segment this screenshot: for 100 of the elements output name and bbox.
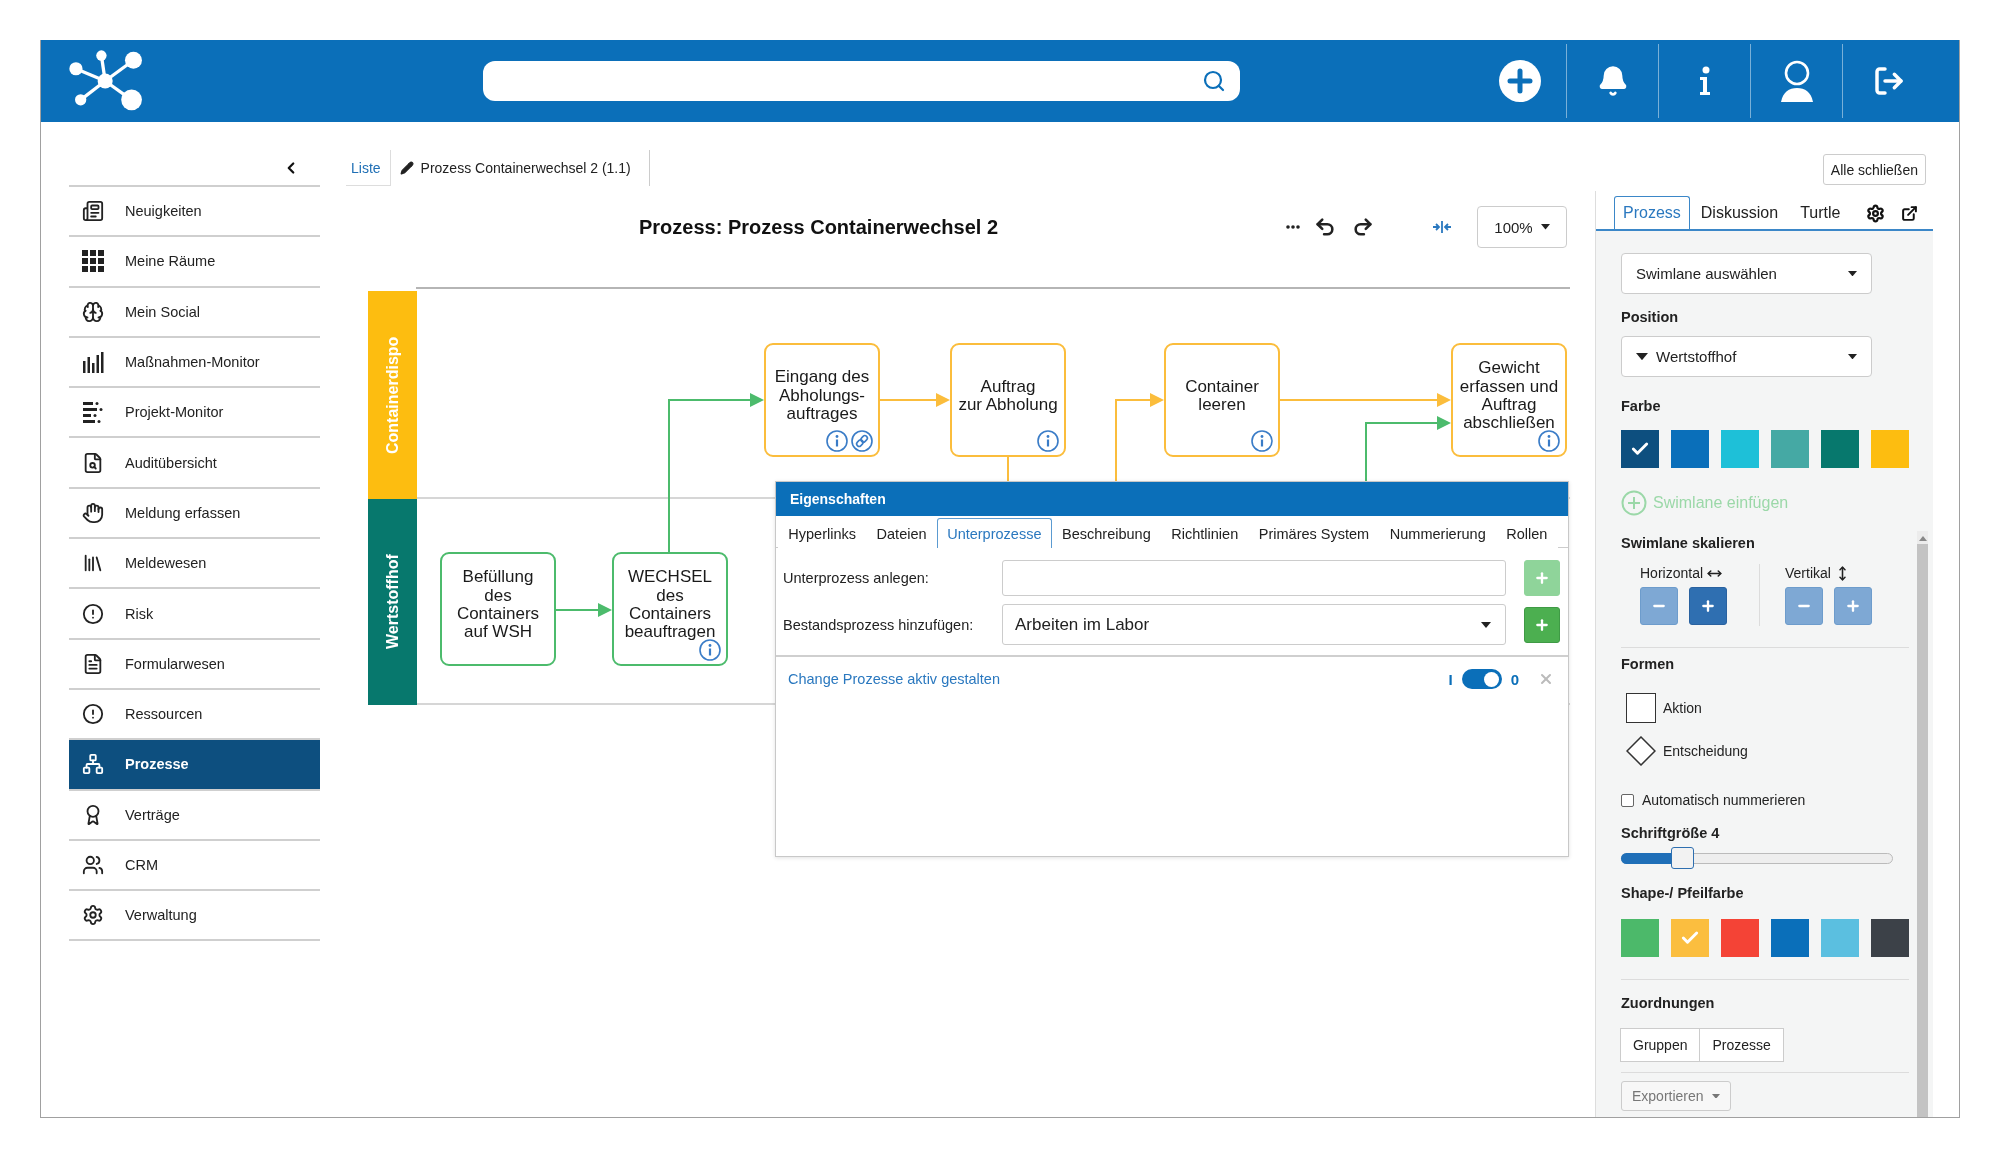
external-link-icon[interactable]: [1901, 204, 1919, 222]
sidebar-item[interactable]: Projekt-Monitor: [69, 388, 320, 439]
slider-track[interactable]: [1621, 847, 1893, 869]
step-label: Befüllung des Containers auf WSH: [456, 568, 540, 642]
panel-tab[interactable]: Prozess: [1614, 196, 1690, 229]
caret-up-icon[interactable]: [1918, 535, 1927, 541]
sidebar-item[interactable]: Meldung erfassen: [69, 488, 320, 540]
zoom-select[interactable]: 100%: [1477, 206, 1567, 248]
logout-icon[interactable]: [1872, 65, 1905, 97]
sidebar-item[interactable]: Meldewesen: [69, 539, 320, 590]
sidebar-item[interactable]: Formularwesen: [69, 639, 320, 690]
users-icon: [82, 854, 104, 876]
file-search-icon: [82, 451, 104, 474]
hierarchy-icon: [82, 753, 104, 776]
undo-icon[interactable]: [1314, 216, 1336, 238]
section-label: Shape-/ Pfeilfarbe: [1621, 884, 1745, 902]
process-step[interactable]: Befüllung des Containers auf WSH: [440, 552, 556, 666]
color-swatch[interactable]: [1821, 430, 1859, 468]
swimlane-select[interactable]: Swimlane auswählen: [1621, 253, 1872, 294]
export-button[interactable]: Exportieren: [1621, 1081, 1731, 1111]
process-step[interactable]: Auftrag zur Abholung: [950, 343, 1066, 457]
color-swatch[interactable]: [1771, 919, 1809, 957]
swimlane-label[interactable]: Wertstoffhof: [368, 499, 417, 705]
arrows-inward-icon[interactable]: [1432, 219, 1452, 235]
bar-chart-icon: [82, 351, 104, 374]
newspaper-icon: [82, 200, 104, 223]
process-step[interactable]: Container leeren: [1164, 343, 1280, 457]
add-button[interactable]: [1524, 606, 1560, 643]
section-label: Swimlane skalieren: [1621, 534, 1756, 552]
square-shape[interactable]: [1626, 693, 1656, 723]
info-icon[interactable]: [699, 639, 721, 661]
pencil-icon: [399, 161, 414, 175]
color-swatch[interactable]: [1671, 430, 1709, 468]
sidebar-item[interactable]: Maßnahmen-Monitor: [69, 337, 320, 389]
color-swatch[interactable]: [1671, 919, 1709, 957]
info-icon[interactable]: [1697, 66, 1712, 96]
sidebar-item[interactable]: CRM: [69, 840, 320, 892]
assignment-button[interactable]: Prozesse: [1699, 1028, 1784, 1062]
slider-thumb[interactable]: [1670, 847, 1694, 869]
document-icon: [82, 652, 104, 675]
color-swatch[interactable]: [1721, 919, 1759, 957]
info-icon[interactable]: [1251, 430, 1273, 452]
process-step[interactable]: Eingang des Abholungs- auftrages: [764, 343, 880, 457]
section-label: Zuordnungen: [1621, 994, 1716, 1012]
caret-icon: [1481, 621, 1491, 628]
input-field[interactable]: [1002, 560, 1506, 596]
section-label: Farbe: [1621, 397, 1662, 415]
checkbox[interactable]: [1621, 793, 1634, 807]
assignment-button[interactable]: Gruppen: [1620, 1028, 1701, 1062]
subprocess-link[interactable]: Change Prozesse aktiv gestalten: [788, 671, 1000, 687]
diamond-shape[interactable]: [1626, 736, 1656, 766]
search-field[interactable]: [483, 61, 1240, 101]
section-label: Formen: [1621, 655, 1676, 673]
redo-icon[interactable]: [1352, 216, 1374, 238]
toggle-switch[interactable]: [1461, 669, 1502, 689]
properties-tab[interactable]: Unterprozesse: [936, 518, 1052, 548]
close-all-button[interactable]: Alle schließen: [1822, 154, 1926, 185]
sidebar-item[interactable]: Risk: [69, 589, 320, 640]
info-icon[interactable]: [826, 430, 848, 452]
color-swatch[interactable]: [1771, 430, 1809, 468]
document-tab[interactable]: Prozess Containerwechsel 2 (1.1): [389, 150, 650, 186]
settings-icon[interactable]: [1866, 203, 1886, 223]
caret-icon: [1711, 1093, 1720, 1099]
sidebar-item[interactable]: Neuigkeiten: [69, 187, 320, 238]
process-select[interactable]: Arbeiten im Labor: [1002, 604, 1506, 645]
sidebar-item[interactable]: Mein Social: [69, 287, 320, 338]
caret-icon: [1848, 353, 1857, 360]
sidebar-item[interactable]: Prozesse: [69, 740, 320, 791]
field-label: Bestandsprozess hinzufügen:: [783, 616, 975, 633]
scale-button[interactable]: [1689, 587, 1727, 625]
toggle-off-label: 0: [1510, 670, 1519, 688]
axis-label: Horizontal: [1640, 565, 1704, 581]
link-icon[interactable]: [851, 430, 873, 452]
info-icon[interactable]: [1538, 430, 1560, 452]
sidebar-item[interactable]: Auditübersicht: [69, 438, 320, 489]
step-label: WECHSEL des Containers beauftragen: [624, 568, 716, 642]
plus-icon: [1534, 616, 1550, 633]
sidebar-item[interactable]: Verträge: [69, 790, 320, 841]
process-step[interactable]: Gewicht erfassen und Auftrag abschließen: [1451, 343, 1567, 457]
grid-icon: [82, 250, 104, 273]
color-swatch[interactable]: [1621, 430, 1659, 468]
color-swatch[interactable]: [1721, 430, 1759, 468]
process-step[interactable]: WECHSEL des Containers beauftragen: [612, 552, 728, 666]
color-swatch[interactable]: [1821, 919, 1859, 957]
search-icon[interactable]: [1202, 69, 1226, 93]
sidebar-item[interactable]: Verwaltung: [69, 891, 320, 942]
caret-icon: [1848, 270, 1857, 277]
axis-label: Vertikal: [1785, 565, 1831, 581]
more-icon[interactable]: [1286, 225, 1300, 229]
color-swatch[interactable]: [1871, 430, 1909, 468]
process-title: Prozess: Prozess Containerwechsel 2: [639, 215, 999, 239]
plus-circle-icon[interactable]: [1499, 60, 1541, 102]
color-swatch[interactable]: [1871, 919, 1909, 957]
scale-button[interactable]: [1834, 587, 1872, 625]
position-select[interactable]: Wertstoffhof: [1621, 336, 1872, 377]
color-swatch[interactable]: [1621, 919, 1659, 957]
info-icon[interactable]: [1037, 430, 1059, 452]
sidebar-item[interactable]: Meine Räume: [69, 237, 320, 288]
plus-icon: [1845, 598, 1861, 614]
step-label: Container leeren: [1185, 377, 1259, 415]
